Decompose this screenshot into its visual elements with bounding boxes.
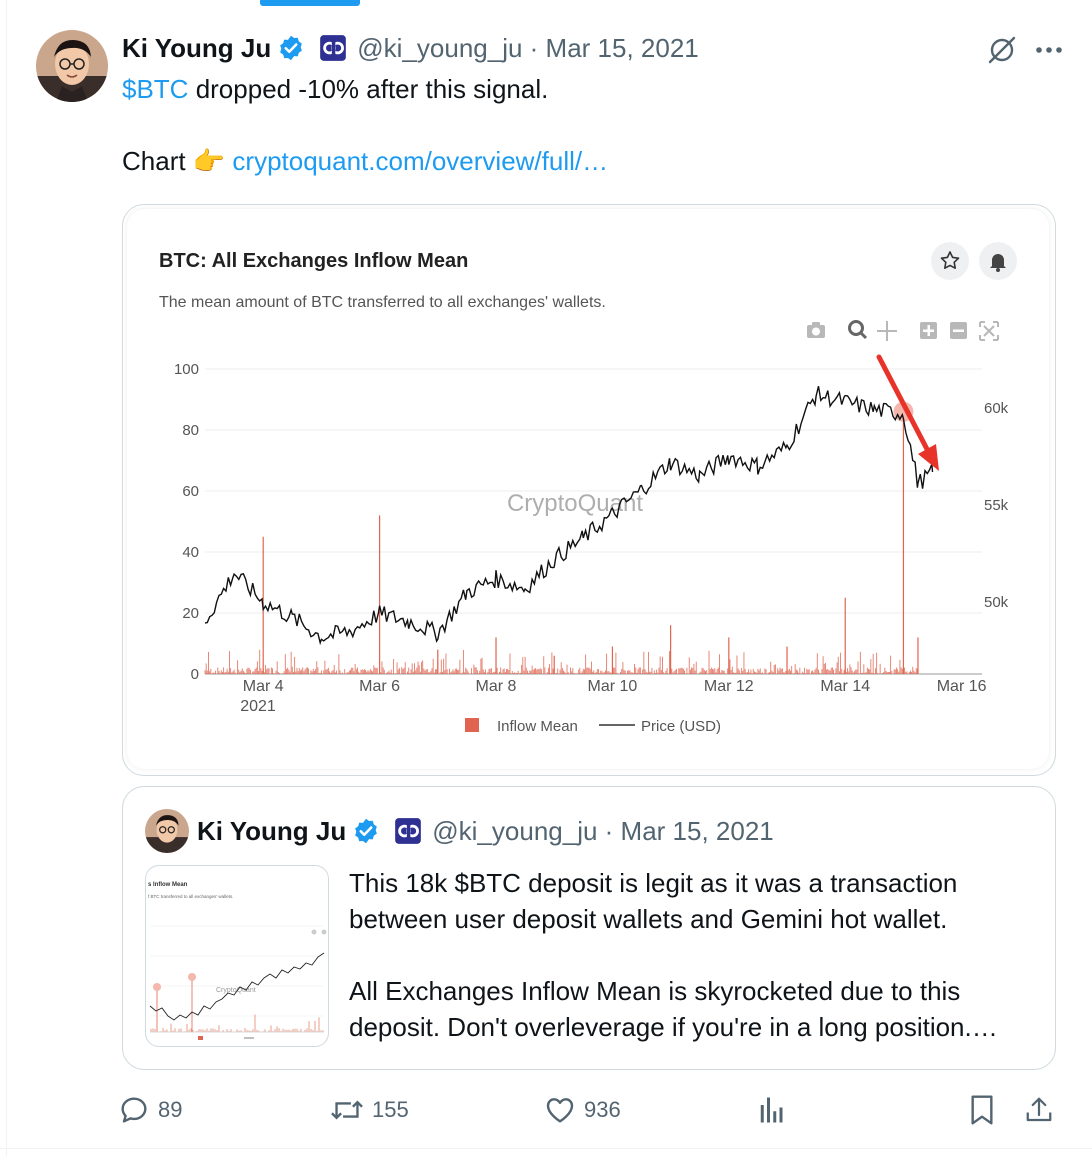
y-right-tick-label: 55k <box>984 497 1009 514</box>
like-icon <box>546 1098 574 1123</box>
x-axis-ticks: Mar 4 Mar 6 Mar 8 Mar 10 Mar 12 Mar 14 Mar 16 <box>243 678 987 695</box>
thumb-subtitle: f BTC transferred to all exchanges' wall… <box>148 894 233 899</box>
autoscale-icon[interactable] <box>979 321 999 341</box>
retweet-button[interactable]: 155 <box>330 1086 409 1134</box>
y-left-tick-label: 0 <box>191 666 199 683</box>
legend-inflow-swatch <box>465 718 479 732</box>
y-right-tick-label: 60k <box>984 400 1009 417</box>
pan-icon[interactable] <box>877 321 897 341</box>
share-button[interactable] <box>1024 1086 1054 1134</box>
zoom-in-icon[interactable] <box>920 322 937 339</box>
chart-url-link[interactable]: cryptoquant.com/overview/full/… <box>232 146 608 176</box>
zoom-out-icon[interactable] <box>950 322 967 339</box>
quote-text: This 18k $BTC deposit is legit as it was… <box>349 865 1039 1045</box>
y-left-tick-label: 80 <box>182 422 199 439</box>
x-tick-label: Mar 14 <box>820 678 870 695</box>
y-left-tick-label: 60 <box>182 483 199 500</box>
x-tick-label: Mar 12 <box>704 678 754 695</box>
active-tab-indicator <box>260 0 360 6</box>
verified-badge-icon <box>280 35 303 61</box>
tweet-menu-area <box>986 34 1062 66</box>
y-right-tick-label: 50k <box>984 594 1009 611</box>
down-arrow-annotation <box>876 354 939 471</box>
legend-price-label: Price (USD) <box>641 718 721 735</box>
quote-handle-date: @ki_young_ju · Mar 15, 2021 <box>432 815 774 846</box>
legend-inflow-label: Inflow Mean <box>497 718 578 735</box>
x-tick-label: Mar 4 <box>243 678 284 695</box>
cashtag-link[interactable]: $BTC <box>122 74 188 104</box>
tweet-text-prefix: Chart 👉 <box>122 146 233 176</box>
more-icon[interactable] <box>1036 46 1062 54</box>
reply-count: 89 <box>158 1097 183 1122</box>
quote-text-paragraph-1: This 18k $BTC deposit is legit as it was… <box>349 868 958 934</box>
chart-media[interactable]: BTC: All Exchanges Inflow Mean The mean … <box>122 204 1056 776</box>
quote-avatar <box>145 809 189 853</box>
inflow-chart: BTC: All Exchanges Inflow Mean The mean … <box>159 242 1017 735</box>
chart-gridlines <box>205 368 982 675</box>
tweet-header: Ki Young Ju @ki_young_ju · Mar 15, 2021 <box>122 30 699 66</box>
chart-watermark: CryptoQuant <box>507 490 643 517</box>
bookmark-button[interactable] <box>968 1086 996 1134</box>
chart-subtitle: The mean amount of BTC transferred to al… <box>159 294 606 311</box>
grok-icon[interactable] <box>986 34 1018 66</box>
author-name[interactable]: Ki Young Ju <box>122 33 271 64</box>
y-left-tick-label: 100 <box>174 361 199 378</box>
avatar[interactable] <box>36 30 108 102</box>
timeline-border <box>6 0 7 1156</box>
star-icon[interactable] <box>931 242 969 280</box>
bookmark-icon <box>971 1095 993 1125</box>
quote-header: Ki Young Ju @ki_young_ju · Mar 15, 2021 <box>145 809 774 853</box>
verified-badge-icon <box>355 818 378 844</box>
quote-thumbnail[interactable]: s Inflow Mean f BTC transferred to all e… <box>145 865 329 1047</box>
x-tick-label: Mar 8 <box>476 678 517 695</box>
like-button[interactable]: 936 <box>544 1086 621 1134</box>
tweet-actions: 89 155 936 <box>118 1086 1058 1134</box>
y-left-tick-label: 20 <box>182 605 199 622</box>
affiliate-badge-icon[interactable] <box>319 34 347 62</box>
retweet-count: 155 <box>372 1097 409 1122</box>
share-icon <box>1026 1097 1052 1122</box>
reply-icon <box>121 1097 147 1123</box>
quote-text-paragraph-2: All Exchanges Inflow Mean is skyrocketed… <box>349 976 998 1042</box>
chart-panel: BTC: All Exchanges Inflow Mean The mean … <box>127 209 1049 769</box>
thumb-title: s Inflow Mean <box>148 882 188 888</box>
quote-author-name: Ki Young Ju <box>197 815 347 846</box>
camera-icon[interactable] <box>807 322 825 338</box>
quoted-tweet[interactable]: Ki Young Ju @ki_young_ju · Mar 15, 2021 … <box>122 786 1056 1070</box>
x-tick-label: Mar 6 <box>359 678 400 695</box>
zoom-icon[interactable] <box>848 320 868 340</box>
retweet-icon <box>331 1100 363 1120</box>
chart-legend: Inflow Mean Price (USD) <box>465 718 721 735</box>
author-handle-date[interactable]: @ki_young_ju · Mar 15, 2021 <box>357 33 698 64</box>
y-left-tick-label: 40 <box>182 544 199 561</box>
affiliate-badge-icon <box>395 818 422 844</box>
inflow-bars <box>204 401 919 674</box>
reply-button[interactable]: 89 <box>118 1086 182 1134</box>
x-tick-label: Mar 10 <box>588 678 638 695</box>
views-button[interactable] <box>758 1086 786 1134</box>
quote-thumbnail-chart: s Inflow Mean f BTC transferred to all e… <box>148 882 327 1040</box>
x-axis-year: 2021 <box>240 698 276 715</box>
tweet-text-line-2: Chart 👉 cryptoquant.com/overview/full/… <box>122 146 608 177</box>
tweet-text: dropped -10% after this signal. <box>188 74 549 104</box>
views-icon <box>760 1097 783 1123</box>
bell-icon[interactable] <box>979 242 1017 280</box>
x-tick-label: Mar 16 <box>937 678 987 695</box>
left-axis-ticks: 0 20 40 60 80 100 <box>174 361 199 683</box>
like-count: 936 <box>584 1097 621 1122</box>
tweet-text-line-1: $BTC dropped -10% after this signal. <box>122 74 548 105</box>
tweet-divider <box>0 1148 1092 1149</box>
avatar-image <box>36 30 108 102</box>
right-axis-ticks: 50k 55k 60k <box>984 400 1009 611</box>
chart-title: BTC: All Exchanges Inflow Mean <box>159 250 468 272</box>
